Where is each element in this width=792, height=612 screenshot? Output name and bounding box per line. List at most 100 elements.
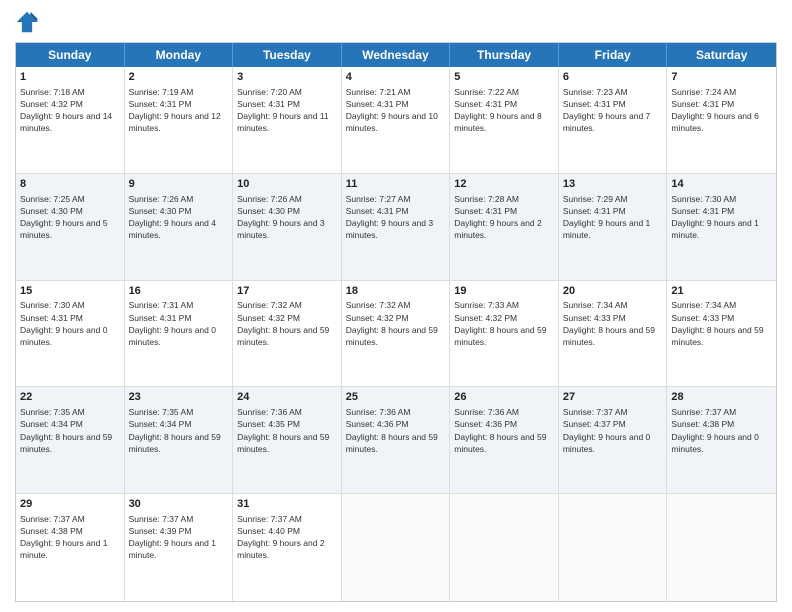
header-day-wednesday: Wednesday [342, 43, 451, 67]
cell-info: Sunrise: 7:28 AM Sunset: 4:31 PM Dayligh… [454, 194, 541, 240]
day-number: 10 [237, 177, 337, 192]
cell-info: Sunrise: 7:19 AM Sunset: 4:31 PM Dayligh… [129, 87, 221, 133]
logo [15, 10, 43, 34]
day-number: 26 [454, 390, 554, 405]
day-cell-10: 10 Sunrise: 7:26 AM Sunset: 4:30 PM Dayli… [233, 174, 342, 280]
day-number: 20 [563, 284, 663, 299]
cell-info: Sunrise: 7:25 AM Sunset: 4:30 PM Dayligh… [20, 194, 107, 240]
header-day-friday: Friday [559, 43, 668, 67]
day-cell-17: 17Sunrise: 7:32 AM Sunset: 4:32 PM Dayli… [233, 281, 342, 387]
calendar-row-3: 15Sunrise: 7:30 AM Sunset: 4:31 PM Dayli… [16, 281, 776, 388]
cell-info: Sunrise: 7:36 AM Sunset: 4:36 PM Dayligh… [346, 407, 438, 453]
day-cell-23: 23 Sunrise: 7:35 AM Sunset: 4:34 PM Dayli… [125, 387, 234, 493]
cell-info: Sunrise: 7:26 AM Sunset: 4:30 PM Dayligh… [237, 194, 324, 240]
day-number: 13 [563, 177, 663, 192]
header-day-tuesday: Tuesday [233, 43, 342, 67]
day-cell-3: 3 Sunrise: 7:20 AM Sunset: 4:31 PM Daylig… [233, 67, 342, 173]
header-day-thursday: Thursday [450, 43, 559, 67]
day-number: 25 [346, 390, 446, 405]
cell-info: Sunrise: 7:35 AM Sunset: 4:34 PM Dayligh… [20, 407, 112, 453]
header-day-saturday: Saturday [667, 43, 776, 67]
day-cell-28: 28Sunrise: 7:37 AM Sunset: 4:38 PM Dayli… [667, 387, 776, 493]
day-cell-19: 19Sunrise: 7:33 AM Sunset: 4:32 PM Dayli… [450, 281, 559, 387]
cell-info: Sunrise: 7:30 AM Sunset: 4:31 PM Dayligh… [20, 300, 107, 346]
cell-info: Sunrise: 7:21 AM Sunset: 4:31 PM Dayligh… [346, 87, 438, 133]
day-cell-21: 21Sunrise: 7:34 AM Sunset: 4:33 PM Dayli… [667, 281, 776, 387]
calendar-row-5: 29Sunrise: 7:37 AM Sunset: 4:38 PM Dayli… [16, 494, 776, 601]
cell-info: Sunrise: 7:27 AM Sunset: 4:31 PM Dayligh… [346, 194, 433, 240]
day-cell-12: 12 Sunrise: 7:28 AM Sunset: 4:31 PM Dayli… [450, 174, 559, 280]
empty-cell [450, 494, 559, 601]
day-number: 9 [129, 177, 229, 192]
day-cell-25: 25 Sunrise: 7:36 AM Sunset: 4:36 PM Dayli… [342, 387, 451, 493]
empty-cell [559, 494, 668, 601]
day-cell-22: 22 Sunrise: 7:35 AM Sunset: 4:34 PM Dayli… [16, 387, 125, 493]
day-number: 17 [237, 284, 337, 299]
day-cell-6: 6 Sunrise: 7:23 AM Sunset: 4:31 PM Daylig… [559, 67, 668, 173]
cell-info: Sunrise: 7:26 AM Sunset: 4:30 PM Dayligh… [129, 194, 216, 240]
cell-info: Sunrise: 7:22 AM Sunset: 4:31 PM Dayligh… [454, 87, 541, 133]
cell-info: Sunrise: 7:31 AM Sunset: 4:31 PM Dayligh… [129, 300, 216, 346]
calendar: SundayMondayTuesdayWednesdayThursdayFrid… [15, 42, 777, 602]
day-number: 1 [20, 70, 120, 85]
day-cell-16: 16Sunrise: 7:31 AM Sunset: 4:31 PM Dayli… [125, 281, 234, 387]
day-cell-26: 26 Sunrise: 7:36 AM Sunset: 4:36 PM Dayli… [450, 387, 559, 493]
cell-info: Sunrise: 7:23 AM Sunset: 4:31 PM Dayligh… [563, 87, 650, 133]
day-number: 11 [346, 177, 446, 192]
cell-info: Sunrise: 7:37 AM Sunset: 4:38 PM Dayligh… [671, 407, 758, 453]
cell-info: Sunrise: 7:36 AM Sunset: 4:36 PM Dayligh… [454, 407, 546, 453]
day-cell-30: 30 Sunrise: 7:37 AM Sunset: 4:39 PM Dayli… [125, 494, 234, 601]
cell-info: Sunrise: 7:37 AM Sunset: 4:40 PM Dayligh… [237, 514, 324, 560]
cell-info: Sunrise: 7:37 AM Sunset: 4:39 PM Dayligh… [129, 514, 216, 560]
day-cell-20: 20Sunrise: 7:34 AM Sunset: 4:33 PM Dayli… [559, 281, 668, 387]
day-number: 2 [129, 70, 229, 85]
day-cell-14: 14 Sunrise: 7:30 AM Sunset: 4:31 PM Dayli… [667, 174, 776, 280]
day-number: 19 [454, 284, 554, 299]
cell-info: Sunrise: 7:37 AM Sunset: 4:38 PM Dayligh… [20, 514, 107, 560]
page: SundayMondayTuesdayWednesdayThursdayFrid… [0, 0, 792, 612]
empty-cell [342, 494, 451, 601]
logo-icon [15, 10, 39, 34]
day-cell-27: 27 Sunrise: 7:37 AM Sunset: 4:37 PM Dayli… [559, 387, 668, 493]
day-cell-24: 24Sunrise: 7:36 AM Sunset: 4:35 PM Dayli… [233, 387, 342, 493]
cell-info: Sunrise: 7:37 AM Sunset: 4:37 PM Dayligh… [563, 407, 650, 453]
day-number: 22 [20, 390, 120, 405]
day-cell-2: 2 Sunrise: 7:19 AM Sunset: 4:31 PM Daylig… [125, 67, 234, 173]
day-number: 18 [346, 284, 446, 299]
day-cell-31: 31Sunrise: 7:37 AM Sunset: 4:40 PM Dayli… [233, 494, 342, 601]
day-cell-13: 13Sunrise: 7:29 AM Sunset: 4:31 PM Dayli… [559, 174, 668, 280]
cell-info: Sunrise: 7:35 AM Sunset: 4:34 PM Dayligh… [129, 407, 221, 453]
calendar-header: SundayMondayTuesdayWednesdayThursdayFrid… [16, 43, 776, 67]
cell-info: Sunrise: 7:30 AM Sunset: 4:31 PM Dayligh… [671, 194, 758, 240]
day-cell-11: 11 Sunrise: 7:27 AM Sunset: 4:31 PM Dayli… [342, 174, 451, 280]
cell-info: Sunrise: 7:24 AM Sunset: 4:31 PM Dayligh… [671, 87, 758, 133]
cell-info: Sunrise: 7:34 AM Sunset: 4:33 PM Dayligh… [563, 300, 655, 346]
header-day-sunday: Sunday [16, 43, 125, 67]
day-cell-29: 29Sunrise: 7:37 AM Sunset: 4:38 PM Dayli… [16, 494, 125, 601]
day-number: 23 [129, 390, 229, 405]
calendar-row-4: 22 Sunrise: 7:35 AM Sunset: 4:34 PM Dayli… [16, 387, 776, 494]
calendar-body: 1Sunrise: 7:18 AM Sunset: 4:32 PM Daylig… [16, 67, 776, 601]
calendar-row-1: 1Sunrise: 7:18 AM Sunset: 4:32 PM Daylig… [16, 67, 776, 174]
day-number: 12 [454, 177, 554, 192]
cell-info: Sunrise: 7:32 AM Sunset: 4:32 PM Dayligh… [346, 300, 438, 346]
day-cell-4: 4 Sunrise: 7:21 AM Sunset: 4:31 PM Daylig… [342, 67, 451, 173]
day-number: 16 [129, 284, 229, 299]
day-number: 4 [346, 70, 446, 85]
day-number: 27 [563, 390, 663, 405]
cell-info: Sunrise: 7:20 AM Sunset: 4:31 PM Dayligh… [237, 87, 329, 133]
day-number: 8 [20, 177, 120, 192]
day-number: 30 [129, 497, 229, 512]
header [15, 10, 777, 34]
day-cell-7: 7 Sunrise: 7:24 AM Sunset: 4:31 PM Daylig… [667, 67, 776, 173]
day-number: 6 [563, 70, 663, 85]
cell-info: Sunrise: 7:34 AM Sunset: 4:33 PM Dayligh… [671, 300, 763, 346]
day-number: 5 [454, 70, 554, 85]
day-number: 15 [20, 284, 120, 299]
day-number: 7 [671, 70, 772, 85]
day-number: 3 [237, 70, 337, 85]
empty-cell [667, 494, 776, 601]
day-cell-1: 1Sunrise: 7:18 AM Sunset: 4:32 PM Daylig… [16, 67, 125, 173]
day-number: 14 [671, 177, 772, 192]
cell-info: Sunrise: 7:32 AM Sunset: 4:32 PM Dayligh… [237, 300, 329, 346]
